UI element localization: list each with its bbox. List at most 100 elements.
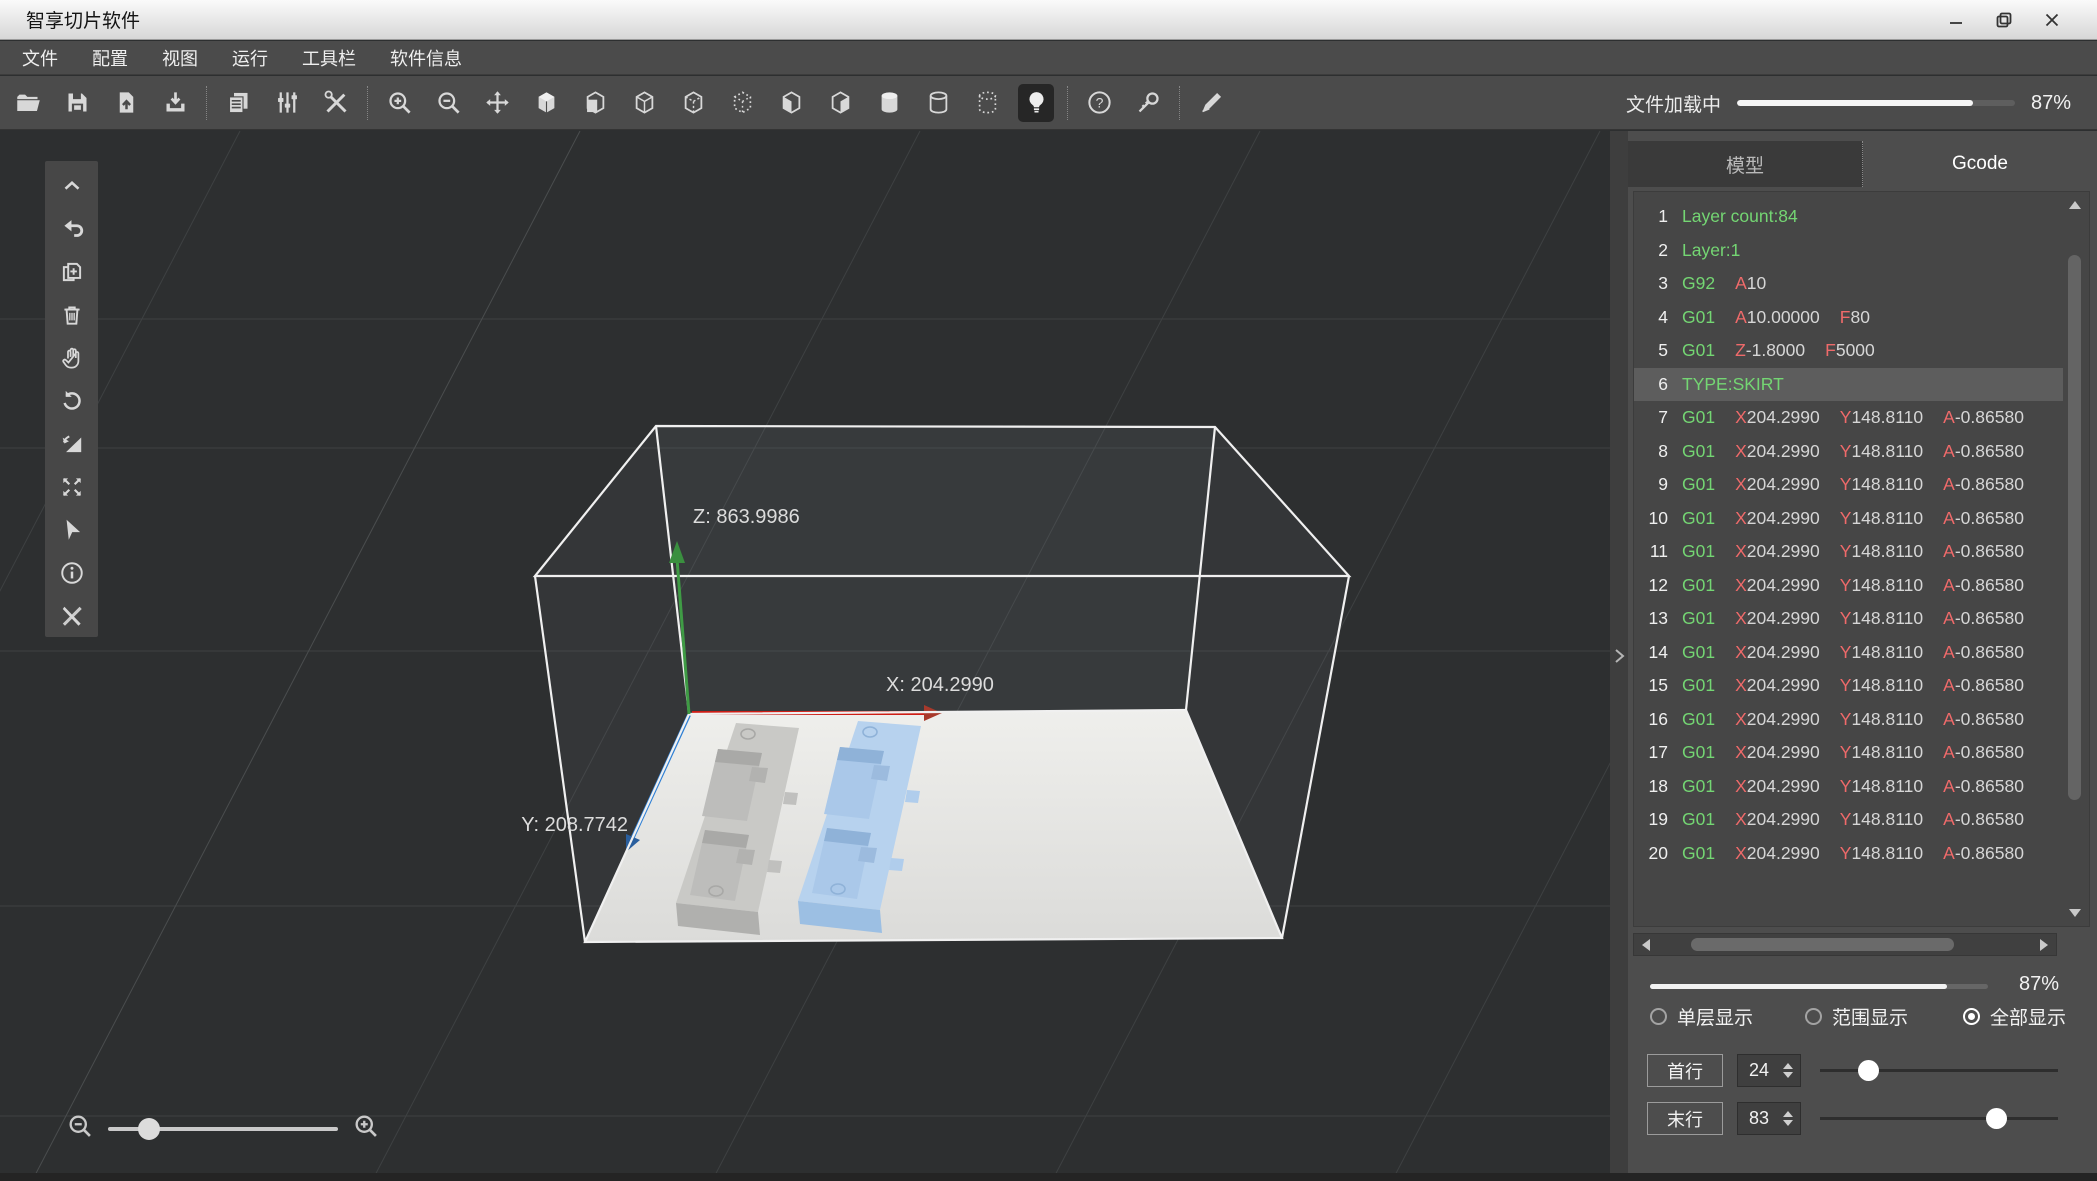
tab-model[interactable]: 模型 bbox=[1628, 141, 1863, 187]
import-model-button[interactable] bbox=[108, 84, 144, 122]
close-button[interactable] bbox=[2035, 5, 2069, 35]
gcode-token: G01 bbox=[1682, 407, 1715, 428]
zoom-out-button[interactable] bbox=[430, 84, 466, 122]
collapse-up-button[interactable] bbox=[53, 167, 91, 205]
cylinder-dotted-button[interactable] bbox=[969, 84, 1005, 122]
repair-tools-button[interactable] bbox=[53, 597, 91, 635]
light-bulb-button[interactable] bbox=[1018, 84, 1054, 122]
gcode-line[interactable]: 20G01X204.2990Y148.8110A-0.86580 bbox=[1634, 837, 2063, 871]
viewport-zoom-slider[interactable] bbox=[108, 1127, 338, 1131]
gcode-line[interactable]: 1Layer count:84 bbox=[1634, 200, 2063, 234]
cube-dotted-button[interactable] bbox=[724, 84, 760, 122]
gcode-line[interactable]: 13G01X204.2990Y148.8110A-0.86580 bbox=[1634, 602, 2063, 636]
select-pointer-button[interactable] bbox=[53, 511, 91, 549]
scroll-right-button[interactable] bbox=[2033, 935, 2055, 954]
last-line-button[interactable]: 末行 bbox=[1647, 1102, 1723, 1135]
cube-wireframe-button[interactable] bbox=[626, 84, 662, 122]
scroll-left-button[interactable] bbox=[1635, 935, 1657, 954]
delete-button[interactable] bbox=[53, 296, 91, 334]
gcode-line[interactable]: 2Layer:1 bbox=[1634, 234, 2063, 268]
first-line-button[interactable]: 首行 bbox=[1647, 1054, 1723, 1087]
cube-sheet-icon bbox=[582, 89, 609, 116]
gcode-line[interactable]: 7G01X204.2990Y148.8110A-0.86580 bbox=[1634, 401, 2063, 435]
first-line-slider-knob[interactable] bbox=[1858, 1060, 1879, 1081]
probe-button[interactable] bbox=[1130, 84, 1166, 122]
pan-hand-button[interactable] bbox=[53, 339, 91, 377]
first-line-spinner[interactable]: 24 bbox=[1737, 1054, 1801, 1087]
last-line-slider-knob[interactable] bbox=[1986, 1108, 2007, 1129]
zoom-in-icon[interactable] bbox=[352, 1112, 380, 1145]
gcode-line[interactable]: 18G01X204.2990Y148.8110A-0.86580 bbox=[1634, 770, 2063, 804]
zoom-in-button[interactable] bbox=[381, 84, 417, 122]
gcode-line-number: 1 bbox=[1646, 206, 1668, 227]
open-file-button[interactable] bbox=[10, 84, 46, 122]
menu-item-1[interactable]: 文件 bbox=[22, 45, 58, 71]
menu-item-3[interactable]: 视图 bbox=[162, 45, 198, 71]
last-line-slider[interactable] bbox=[1820, 1102, 2058, 1135]
viewport-3d[interactable]: Z: 863.9986 X: 204.2990 Y: 208.7742 bbox=[0, 131, 1610, 1181]
radio-display-mode-1[interactable]: 单层显示 bbox=[1650, 1003, 1753, 1030]
gcode-line[interactable]: 5G01Z-1.8000F5000 bbox=[1634, 334, 2063, 368]
gcode-line[interactable]: 19G01X204.2990Y148.8110A-0.86580 bbox=[1634, 803, 2063, 837]
gcode-line[interactable]: 10G01X204.2990Y148.8110A-0.86580 bbox=[1634, 502, 2063, 536]
viewport-zoom-knob[interactable] bbox=[138, 1118, 160, 1140]
scroll-down-button[interactable] bbox=[2064, 903, 2086, 923]
gcode-line[interactable]: 16G01X204.2990Y148.8110A-0.86580 bbox=[1634, 703, 2063, 737]
restore-button[interactable] bbox=[1987, 5, 2021, 35]
rotate-button[interactable] bbox=[53, 382, 91, 420]
first-line-slider[interactable] bbox=[1820, 1054, 2058, 1087]
spinner-arrows-icon[interactable] bbox=[1780, 1111, 1796, 1126]
tab-gcode[interactable]: Gcode bbox=[1863, 141, 2097, 187]
menu-item-2[interactable]: 配置 bbox=[92, 45, 128, 71]
panel-collapse-handle[interactable] bbox=[1610, 131, 1628, 1181]
gcode-token: F5000 bbox=[1825, 340, 1875, 361]
cube-half-button[interactable] bbox=[773, 84, 809, 122]
minimize-button[interactable] bbox=[1939, 5, 1973, 35]
gcode-line[interactable]: 3G92A10 bbox=[1634, 267, 2063, 301]
gcode-line[interactable]: 8G01X204.2990Y148.8110A-0.86580 bbox=[1634, 435, 2063, 469]
gcode-vscrollbar[interactable] bbox=[2063, 195, 2087, 923]
radio-display-mode-3[interactable]: 全部显示 bbox=[1963, 1003, 2066, 1030]
move-button[interactable] bbox=[479, 84, 515, 122]
cylinder-button[interactable] bbox=[871, 84, 907, 122]
tools-button[interactable] bbox=[318, 84, 354, 122]
menu-item-5[interactable]: 工具栏 bbox=[302, 45, 356, 71]
scroll-up-button[interactable] bbox=[2064, 195, 2086, 215]
undo-button[interactable] bbox=[53, 210, 91, 248]
menu-item-4[interactable]: 运行 bbox=[232, 45, 268, 71]
cylinder-wireframe-button[interactable] bbox=[920, 84, 956, 122]
fit-view-button[interactable] bbox=[53, 468, 91, 506]
duplicate-button[interactable] bbox=[53, 253, 91, 291]
parameter-sliders-button[interactable] bbox=[269, 84, 305, 122]
export-file-button[interactable] bbox=[157, 84, 193, 122]
help-button[interactable]: ? bbox=[1081, 84, 1117, 122]
gcode-line[interactable]: 14G01X204.2990Y148.8110A-0.86580 bbox=[1634, 636, 2063, 670]
cube-dashed-button[interactable] bbox=[675, 84, 711, 122]
gcode-line[interactable]: 11G01X204.2990Y148.8110A-0.86580 bbox=[1634, 535, 2063, 569]
info-button[interactable] bbox=[53, 554, 91, 592]
spinner-arrows-icon[interactable] bbox=[1780, 1063, 1796, 1078]
gcode-token: G01 bbox=[1682, 441, 1715, 462]
copy-settings-button[interactable] bbox=[220, 84, 256, 122]
save-file-button[interactable] bbox=[59, 84, 95, 122]
gcode-progress-bar[interactable] bbox=[1650, 984, 1988, 989]
last-line-spinner[interactable]: 83 bbox=[1737, 1102, 1801, 1135]
scale-flip-button[interactable] bbox=[53, 425, 91, 463]
gcode-line[interactable]: 6TYPE:SKIRT bbox=[1634, 368, 2063, 402]
cube-diagonal-button[interactable] bbox=[822, 84, 858, 122]
zoom-out-icon[interactable] bbox=[66, 1112, 94, 1145]
gcode-line[interactable]: 4G01A10.00000F80 bbox=[1634, 301, 2063, 335]
cube-solid-button[interactable] bbox=[528, 84, 564, 122]
gcode-line[interactable]: 15G01X204.2990Y148.8110A-0.86580 bbox=[1634, 669, 2063, 703]
gcode-line[interactable]: 9G01X204.2990Y148.8110A-0.86580 bbox=[1634, 468, 2063, 502]
radio-display-mode-2[interactable]: 范围显示 bbox=[1805, 1003, 1908, 1030]
vscroll-thumb[interactable] bbox=[2068, 255, 2081, 800]
hscroll-thumb[interactable] bbox=[1691, 938, 1954, 951]
cube-sheet-button[interactable] bbox=[577, 84, 613, 122]
scene-canvas[interactable]: Z: 863.9986 X: 204.2990 Y: 208.7742 bbox=[0, 131, 1610, 1181]
menu-item-6[interactable]: 软件信息 bbox=[390, 45, 462, 71]
gcode-hscrollbar[interactable] bbox=[1633, 933, 2057, 956]
annotate-pen-button[interactable] bbox=[1193, 84, 1229, 122]
gcode-line[interactable]: 17G01X204.2990Y148.8110A-0.86580 bbox=[1634, 736, 2063, 770]
gcode-line[interactable]: 12G01X204.2990Y148.8110A-0.86580 bbox=[1634, 569, 2063, 603]
